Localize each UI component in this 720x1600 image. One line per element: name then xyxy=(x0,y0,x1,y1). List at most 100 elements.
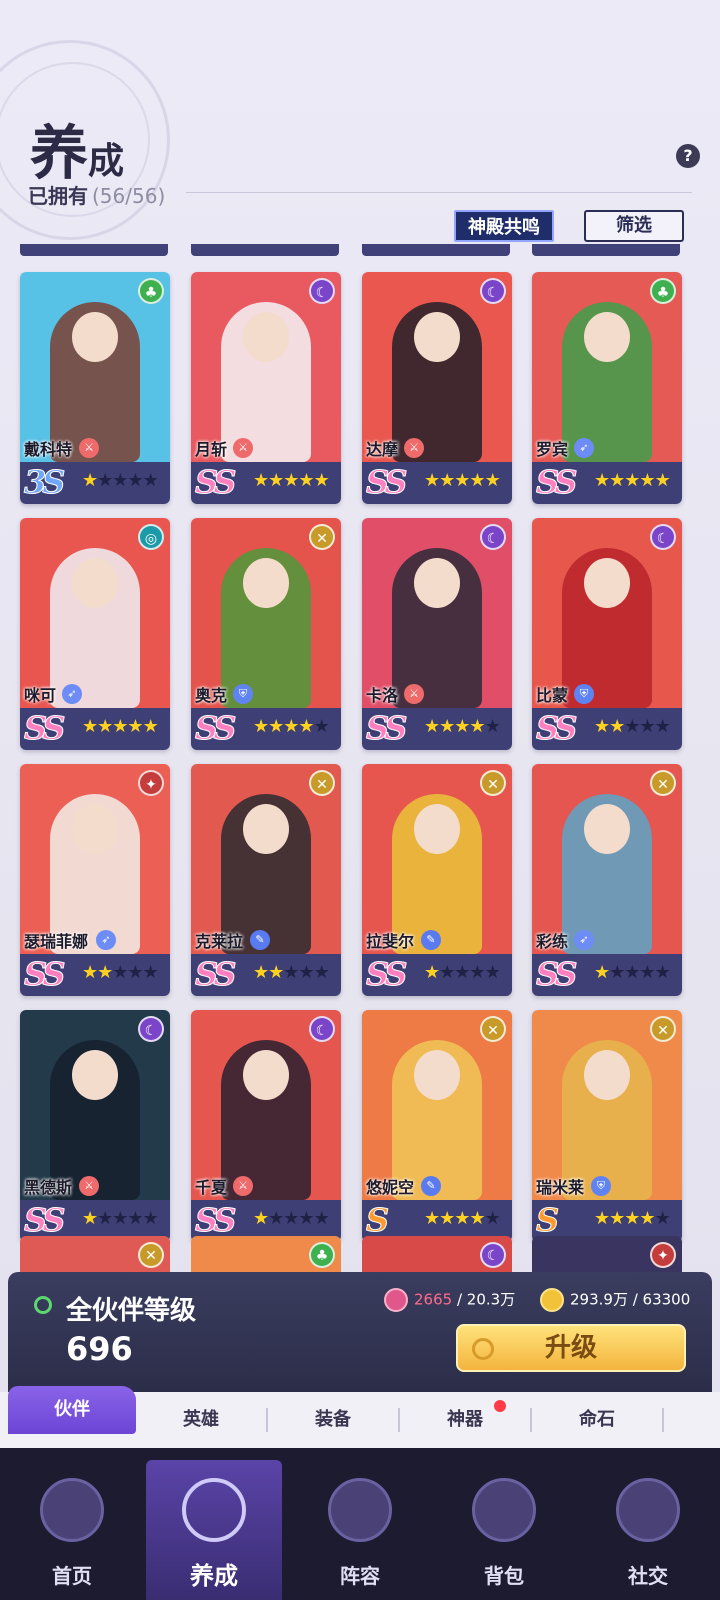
hero-rank: SS xyxy=(536,709,578,748)
hero-name: 罗宾 xyxy=(536,440,569,459)
sword-icon: ⚔ xyxy=(404,438,424,458)
hero-card[interactable]: ✦ 瑟瑞菲娜 ➶ SS ★★★★★ xyxy=(20,764,170,996)
hero-rank: SS xyxy=(536,463,578,502)
hero-rank: SS xyxy=(24,1201,66,1240)
question-icon[interactable]: ? xyxy=(676,144,700,168)
star-filled-icon: ★ xyxy=(298,470,314,491)
hero-card[interactable]: ☾ 月斩 ⚔ SS ★★★★★ xyxy=(191,272,341,504)
light-icon: ✕ xyxy=(650,770,676,796)
star-empty-icon: ★ xyxy=(298,962,314,983)
bow-icon: ➶ xyxy=(574,930,594,950)
hero-card-partial[interactable]: ✦ xyxy=(532,1236,682,1276)
nav-lineup-label: 阵容 xyxy=(340,1564,380,1588)
star-filled-icon: ★ xyxy=(97,962,113,983)
hero-stars: ★★★★★ xyxy=(594,470,671,491)
nav-social[interactable]: 社交 xyxy=(580,1460,716,1600)
star-empty-icon: ★ xyxy=(298,1208,314,1229)
wand-icon: ✎ xyxy=(421,1176,441,1196)
star-filled-icon: ★ xyxy=(439,1208,455,1229)
hero-stars: ★★★★★ xyxy=(82,1208,159,1229)
previous-row-card-edge xyxy=(532,244,680,256)
social-icon xyxy=(616,1478,680,1542)
hero-rank: S xyxy=(535,1201,559,1240)
nature-icon: ♣ xyxy=(650,278,676,304)
nav-home-label: 首页 xyxy=(52,1564,92,1588)
lineup-icon xyxy=(328,1478,392,1542)
hero-card[interactable]: ✕ 拉斐尔 ✎ SS ★★★★★ xyxy=(362,764,512,996)
star-filled-icon: ★ xyxy=(424,962,440,983)
upgrade-button[interactable]: 升级 xyxy=(456,1324,686,1372)
star-filled-icon: ★ xyxy=(609,1208,625,1229)
star-empty-icon: ★ xyxy=(142,1208,159,1229)
hero-name: 克莱拉 xyxy=(195,932,244,951)
star-filled-icon: ★ xyxy=(609,716,625,737)
star-filled-icon: ★ xyxy=(484,470,501,491)
star-filled-icon: ★ xyxy=(469,716,485,737)
nav-lineup[interactable]: 阵容 xyxy=(292,1460,428,1600)
hero-card[interactable]: ♣ 戴科特 ⚔ 3S ★★★★★ xyxy=(20,272,170,504)
star-filled-icon: ★ xyxy=(283,716,299,737)
hero-face xyxy=(584,558,630,608)
hero-card-partial[interactable]: ♣ xyxy=(191,1236,341,1276)
hero-card[interactable]: ☾ 黑德斯 ⚔ SS ★★★★★ xyxy=(20,1010,170,1242)
star-filled-icon: ★ xyxy=(82,716,98,737)
tab-partner[interactable]: 伙伴 xyxy=(8,1386,136,1434)
hero-face xyxy=(584,804,630,854)
star-filled-icon: ★ xyxy=(82,962,98,983)
hero-face xyxy=(414,558,460,608)
hero-card[interactable]: ✕ 悠妮空 ✎ S ★★★★★ xyxy=(362,1010,512,1242)
star-filled-icon: ★ xyxy=(268,716,284,737)
temple-resonance-button[interactable]: 神殿共鸣 xyxy=(454,210,554,242)
hero-card[interactable]: ✕ 彩练 ➶ SS ★★★★★ xyxy=(532,764,682,996)
hero-name: 黑德斯 xyxy=(24,1178,73,1197)
nav-develop[interactable]: 养成 xyxy=(146,1460,282,1600)
light-icon: ✕ xyxy=(650,1016,676,1042)
hero-card-partial[interactable]: ✕ xyxy=(20,1236,170,1276)
filter-button[interactable]: 筛选 xyxy=(584,210,684,242)
hero-card[interactable]: ☾ 比蒙 ⛨ SS ★★★★★ xyxy=(532,518,682,750)
hero-card[interactable]: ♣ 罗宾 ➶ SS ★★★★★ xyxy=(532,272,682,504)
hero-rank: SS xyxy=(24,709,66,748)
hero-rank: SS xyxy=(195,463,237,502)
upgrade-coin-icon xyxy=(472,1338,494,1360)
fire-icon: ✦ xyxy=(138,770,164,796)
tab-artifact[interactable]: 神器 xyxy=(400,1392,530,1448)
hero-card[interactable]: ✕ 奥克 ⛨ SS ★★★★★ xyxy=(191,518,341,750)
bow-icon: ➶ xyxy=(574,438,594,458)
star-filled-icon: ★ xyxy=(439,716,455,737)
hero-card[interactable]: ◎ 咪可 ➶ SS ★★★★★ xyxy=(20,518,170,750)
hero-rank: SS xyxy=(195,1201,237,1240)
level-value: 696 xyxy=(66,1330,133,1368)
hero-stars: ★★★★★ xyxy=(424,1208,501,1229)
star-empty-icon: ★ xyxy=(609,962,625,983)
level-indicator-icon xyxy=(34,1296,52,1314)
hero-card[interactable]: ☾ 千夏 ⚔ SS ★★★★★ xyxy=(191,1010,341,1242)
hero-rank: SS xyxy=(366,463,408,502)
hero-card-partial[interactable]: ☾ xyxy=(362,1236,512,1276)
hero-card[interactable]: ☾ 达摩 ⚔ SS ★★★★★ xyxy=(362,272,512,504)
owned-count-label: 已拥有 (56/56) xyxy=(28,180,165,209)
tab-equipment[interactable]: 装备 xyxy=(268,1392,398,1448)
hero-name: 瑞米莱 xyxy=(536,1178,585,1197)
nav-bag[interactable]: 背包 xyxy=(436,1460,572,1600)
nature-icon: ♣ xyxy=(309,1242,335,1268)
star-filled-icon: ★ xyxy=(283,470,299,491)
hero-card[interactable]: ✕ 克莱拉 ✎ SS ★★★★★ xyxy=(191,764,341,996)
star-empty-icon: ★ xyxy=(654,962,671,983)
star-empty-icon: ★ xyxy=(639,962,655,983)
hero-face xyxy=(72,804,118,854)
tab-fate-stone[interactable]: 命石 xyxy=(532,1392,662,1448)
tab-hero[interactable]: 英雄 xyxy=(136,1392,266,1448)
previous-row-card-edge xyxy=(20,244,168,256)
star-empty-icon: ★ xyxy=(484,1208,501,1229)
star-filled-icon: ★ xyxy=(82,470,98,491)
hero-card[interactable]: ☾ 卡洛 ⚔ SS ★★★★★ xyxy=(362,518,512,750)
hero-stars: ★★★★★ xyxy=(82,962,159,983)
star-filled-icon: ★ xyxy=(624,1208,640,1229)
hero-card[interactable]: ✕ 瑞米莱 ⛨ S ★★★★★ xyxy=(532,1010,682,1242)
sword-icon: ⚔ xyxy=(404,684,424,704)
star-filled-icon: ★ xyxy=(253,716,269,737)
page-title: 养成 xyxy=(30,106,124,190)
hero-stars: ★★★★★ xyxy=(253,962,330,983)
nav-home[interactable]: 首页 xyxy=(4,1460,140,1600)
